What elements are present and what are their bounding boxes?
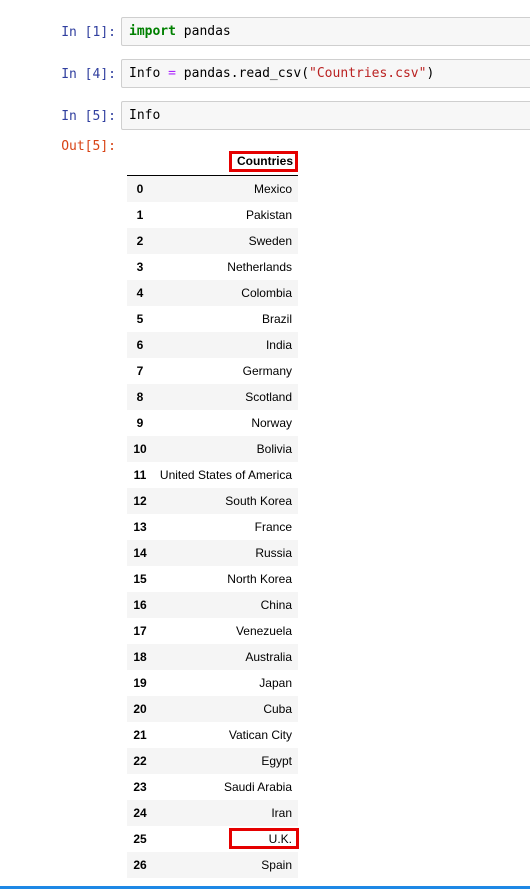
row-value: Scotland xyxy=(245,390,292,404)
input-prompt-2: In [4]: xyxy=(61,67,116,82)
table-row: 1 Pakistan xyxy=(127,202,298,228)
row-index: 22 xyxy=(133,754,147,768)
table-row: 0 Mexico xyxy=(127,176,298,202)
row-value: Norway xyxy=(251,416,292,430)
table-row: 22 Egypt xyxy=(127,748,298,774)
table-row: 19 Japan xyxy=(127,670,298,696)
row-value: Venezuela xyxy=(235,624,292,638)
row-index: 8 xyxy=(136,390,144,404)
row-value: Saudi Arabia xyxy=(223,780,292,794)
row-value: Vatican City xyxy=(228,728,292,742)
table-row: 13 France xyxy=(127,514,298,540)
table-row: 5 Brazil xyxy=(127,306,298,332)
row-index: 26 xyxy=(133,858,147,872)
row-value: Spain xyxy=(261,858,292,872)
row-index: 16 xyxy=(133,598,147,612)
code-string: "Countries.csv" xyxy=(309,66,427,81)
row-index: 6 xyxy=(136,338,144,352)
row-value: China xyxy=(260,598,292,612)
row-value: Egypt xyxy=(261,754,292,768)
row-value: South Korea xyxy=(225,494,292,508)
table-row: 15 North Korea xyxy=(127,566,298,592)
table-row: 16 China xyxy=(127,592,298,618)
row-value: Cuba xyxy=(263,702,292,716)
table-row: 20 Cuba xyxy=(127,696,298,722)
code-call: pandas.read_csv( xyxy=(183,66,310,81)
row-index: 9 xyxy=(136,416,144,430)
row-value: Mexico xyxy=(253,182,292,196)
row-value: North Korea xyxy=(227,572,292,586)
code-input-1[interactable]: import pandas xyxy=(121,17,530,46)
row-value: Germany xyxy=(242,364,292,378)
table-row: 12 South Korea xyxy=(127,488,298,514)
table-row: 8 Scotland xyxy=(127,384,298,410)
row-index: 14 xyxy=(133,546,147,560)
row-highlight-box xyxy=(229,828,299,849)
row-value: France xyxy=(254,520,292,534)
row-index: 15 xyxy=(133,572,147,586)
code-input-2[interactable]: Info = pandas.read_csv("Countries.csv") xyxy=(121,59,530,88)
code-operator: = xyxy=(160,66,184,81)
table-row: 26 Spain xyxy=(127,852,298,878)
row-index: 0 xyxy=(136,182,144,196)
row-value: Russia xyxy=(255,546,292,560)
row-index: 21 xyxy=(133,728,147,742)
table-row: 21 Vatican City xyxy=(127,722,298,748)
row-index: 11 xyxy=(133,468,147,482)
row-index: 19 xyxy=(133,676,147,690)
input-prompt-1: In [1]: xyxy=(61,25,116,40)
code-text-1: import pandas xyxy=(129,24,231,40)
table-row: 18 Australia xyxy=(127,644,298,670)
code-text-2: Info = pandas.read_csv("Countries.csv") xyxy=(129,66,434,82)
row-index: 2 xyxy=(136,234,144,248)
code-rest: pandas xyxy=(175,24,231,39)
row-index: 3 xyxy=(136,260,144,274)
row-value: India xyxy=(265,338,292,352)
row-value: Iran xyxy=(271,806,292,820)
table-row: 2 Sweden xyxy=(127,228,298,254)
code-close: ) xyxy=(426,66,435,81)
row-value: United States of America xyxy=(159,468,292,482)
code-input-3[interactable]: Info xyxy=(121,101,530,130)
table-row: 3 Netherlands xyxy=(127,254,298,280)
code-var: Info xyxy=(129,66,161,81)
row-value: Australia xyxy=(245,650,292,664)
row-value: Brazil xyxy=(261,312,292,326)
table-row: 7 Germany xyxy=(127,358,298,384)
table-row: 4 Colombia xyxy=(127,280,298,306)
code-keyword: import xyxy=(129,24,176,39)
table-row: 11 United States of America xyxy=(127,462,298,488)
dataframe-body: 0 Mexico 1 Pakistan 2 Sweden 3 Netherlands 4 Colo… xyxy=(127,176,298,878)
row-index: 4 xyxy=(136,286,144,300)
row-index: 1 xyxy=(136,208,144,222)
table-row: 24 Iran xyxy=(127,800,298,826)
row-index: 12 xyxy=(133,494,147,508)
row-value: Bolivia xyxy=(256,442,292,456)
row-index: 7 xyxy=(136,364,144,378)
table-row: 10 Bolivia xyxy=(127,436,298,462)
row-index: 17 xyxy=(133,624,147,638)
row-index: 13 xyxy=(133,520,147,534)
code-text-3: Info xyxy=(129,108,161,123)
row-index: 20 xyxy=(133,702,147,716)
table-row: 23 Saudi Arabia xyxy=(127,774,298,800)
row-value: Pakistan xyxy=(245,208,292,222)
table-row: 6 India xyxy=(127,332,298,358)
table-row: 17 Venezuela xyxy=(127,618,298,644)
output-prompt: Out[5]: xyxy=(61,139,116,154)
row-index: 25 xyxy=(133,832,147,846)
row-index: 18 xyxy=(133,650,147,664)
row-index: 24 xyxy=(133,806,147,820)
input-prompt-3: In [5]: xyxy=(61,109,116,124)
row-index: 10 xyxy=(133,442,147,456)
row-value: Colombia xyxy=(241,286,292,300)
table-row: 14 Russia xyxy=(127,540,298,566)
row-value: Sweden xyxy=(248,234,292,248)
row-value: Netherlands xyxy=(227,260,292,274)
header-highlight-box xyxy=(229,151,298,172)
table-row: 9 Norway xyxy=(127,410,298,436)
row-index: 23 xyxy=(133,780,147,794)
row-index: 5 xyxy=(136,312,144,326)
row-value: Japan xyxy=(259,676,292,690)
